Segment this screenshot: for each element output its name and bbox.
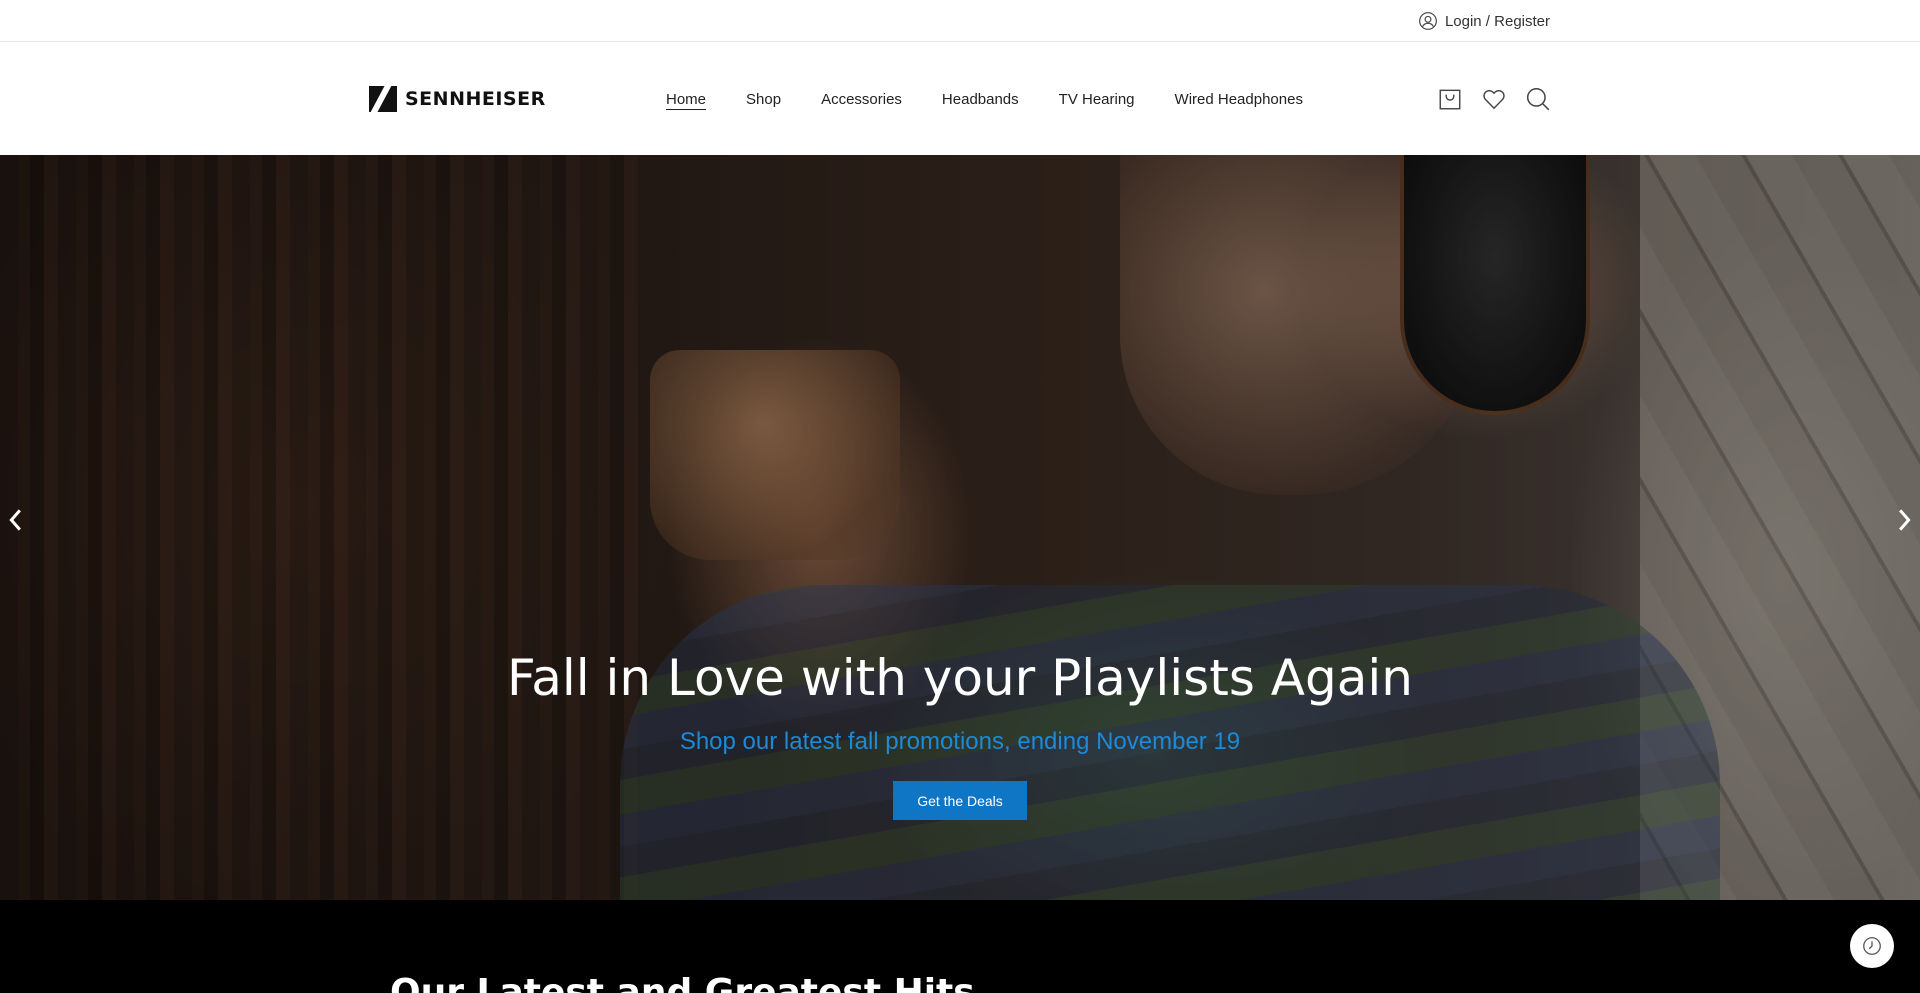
login-register-link[interactable]: Login / Register xyxy=(1418,10,1550,32)
cart-icon xyxy=(1439,89,1461,110)
recently-viewed-button[interactable] xyxy=(1850,924,1894,968)
hero-title: Fall in Love with your Playlists Again xyxy=(507,649,1413,707)
search-icon xyxy=(1526,87,1550,111)
header-actions xyxy=(1437,86,1551,112)
nav-home[interactable]: Home xyxy=(666,89,726,111)
slider-next-button[interactable] xyxy=(1890,495,1920,545)
main-nav: Home Shop Accessories Headbands TV Heari… xyxy=(666,89,1323,111)
section-title: Our Latest and Greatest Hits xyxy=(390,972,975,993)
brand-logo[interactable]: SENNHEISER xyxy=(369,86,546,112)
chevron-left-icon xyxy=(9,509,21,531)
chevron-right-icon xyxy=(1899,509,1911,531)
user-icon xyxy=(1419,12,1437,30)
brand-logo-mark xyxy=(369,86,397,112)
login-register-label: Login / Register xyxy=(1444,12,1550,30)
hero-subtitle: Shop our latest fall promotions, ending … xyxy=(679,728,1241,755)
latest-hits-section: Our Latest and Greatest Hits xyxy=(0,900,1920,993)
nav-headbands[interactable]: Headbands xyxy=(922,89,1039,111)
get-deals-button[interactable]: Get the Deals xyxy=(893,781,1027,820)
clock-icon xyxy=(1863,937,1881,955)
nav-accessories[interactable]: Accessories xyxy=(801,89,922,111)
hero-slider: Fall in Love with your Playlists Again S… xyxy=(0,155,1920,900)
heart-icon xyxy=(1483,89,1505,110)
wishlist-button[interactable] xyxy=(1481,86,1507,112)
top-bar: Login / Register xyxy=(0,0,1920,42)
brand-name: SENNHEISER xyxy=(405,88,546,110)
search-button[interactable] xyxy=(1525,86,1551,112)
nav-tv-hearing[interactable]: TV Hearing xyxy=(1039,89,1155,111)
nav-shop[interactable]: Shop xyxy=(726,89,801,111)
nav-wired-headphones[interactable]: Wired Headphones xyxy=(1155,89,1323,111)
site-header: SENNHEISER Home Shop Accessories Headban… xyxy=(0,42,1920,155)
slider-prev-button[interactable] xyxy=(0,495,30,545)
cart-button[interactable] xyxy=(1437,86,1463,112)
